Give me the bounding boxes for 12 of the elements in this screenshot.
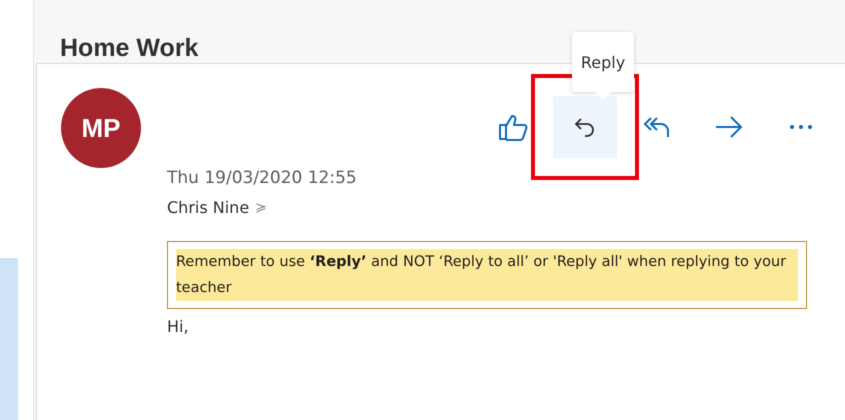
sender-avatar: MP	[61, 88, 141, 168]
reply-button[interactable]	[553, 96, 617, 158]
forward-arrow-icon	[714, 115, 744, 139]
sender-name: Chris Nine	[167, 198, 250, 217]
greeting-text: Hi,	[167, 317, 190, 336]
message-subject: Home Work	[60, 34, 198, 63]
tooltip: Reply	[572, 32, 634, 100]
expand-recipients-button[interactable]: ≽	[255, 200, 267, 216]
message-date: Thu 19/03/2020 12:55	[167, 168, 357, 188]
thumbs-up-icon	[498, 113, 528, 141]
more-icon	[789, 124, 813, 130]
notice-text: Remember to use ‘Reply’ and NOT ‘Reply to all’ or 'Reply all' when replying to your teacher	[176, 249, 798, 301]
